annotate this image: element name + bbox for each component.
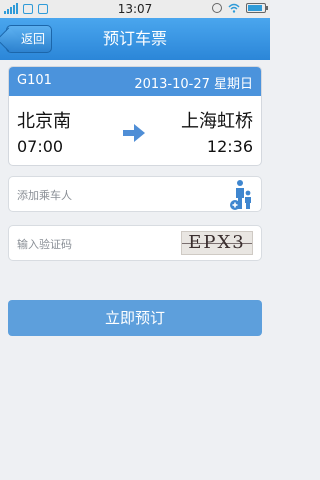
captcha-image[interactable]: EPX3 (181, 231, 253, 255)
add-passenger-icon[interactable] (229, 179, 255, 211)
book-now-button[interactable]: 立即预订 (8, 300, 262, 336)
arrow-right-icon (123, 124, 145, 142)
status-bar: 13:07 (0, 0, 270, 18)
header-bar: 预订车票 返回 (0, 18, 270, 60)
captcha-field[interactable]: 输入验证码 EPX3 (8, 225, 262, 261)
departure-station: 北京南 (17, 111, 71, 132)
captcha-placeholder: 输入验证码 (17, 238, 72, 251)
add-passenger-field[interactable]: 添加乘车人 (8, 176, 262, 212)
alarm-icon (212, 3, 222, 13)
departure-time: 07:00 (17, 137, 64, 156)
arrival-station: 上海虹桥 (181, 111, 253, 132)
back-button[interactable]: 返回 (6, 25, 52, 53)
train-card-header: G101 2013-10-27 星期日 (9, 67, 261, 96)
train-info-card: G101 2013-10-27 星期日 北京南 上海虹桥 07:00 12:36 (8, 66, 262, 166)
battery-icon (246, 3, 268, 13)
captcha-text: EPX3 (188, 232, 246, 253)
add-passenger-placeholder: 添加乘车人 (17, 189, 72, 202)
train-number: G101 (17, 73, 52, 88)
arrival-time: 12:36 (206, 137, 253, 156)
back-button-label: 返回 (20, 32, 45, 46)
status-right-icons (212, 3, 268, 13)
travel-date: 2013-10-27 星期日 (134, 77, 253, 92)
wifi-icon (228, 3, 240, 13)
